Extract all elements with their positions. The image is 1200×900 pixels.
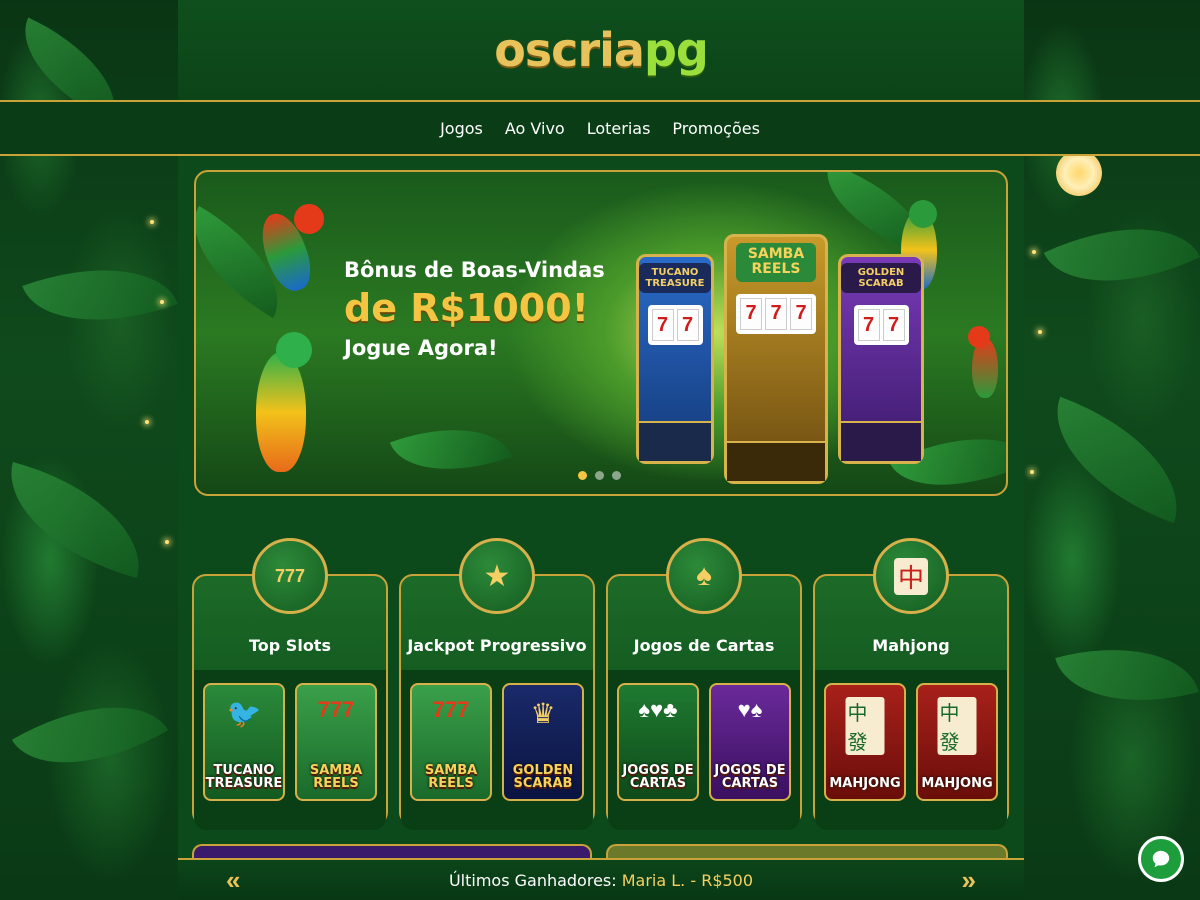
ticker-next-button[interactable]: » — [962, 865, 976, 896]
category-card-cartas[interactable]: ♠ Jogos de Cartas ♠♥♣ JOGOS DE CARTAS ♥♠… — [606, 538, 802, 830]
carousel-dot[interactable] — [578, 471, 587, 480]
hero-banner[interactable]: Bônus de Boas-Vindas de R$1000! Jogue Ag… — [194, 170, 1008, 496]
777-icon: 777 — [317, 697, 355, 722]
slot-reels: 77 — [853, 305, 909, 345]
next-section-card — [606, 844, 1008, 858]
reel-symbol: 7 — [765, 297, 787, 330]
game-tile-tucano-treasure[interactable]: 🐦 TUCANO TREASURE — [203, 683, 285, 801]
slot-machine-sign: GOLDEN SCARAB — [841, 263, 921, 293]
ticker-label: Últimos Ganhadores: — [448, 870, 617, 890]
nav-item-jogos[interactable]: Jogos — [440, 119, 483, 138]
category-title: Top Slots — [249, 636, 331, 655]
category-card-mahjong[interactable]: 中 Mahjong 中發 MAHJONG 中發 MAHJONG — [813, 538, 1009, 830]
playing-cards-icon: ♠ — [666, 538, 742, 614]
ticker-prev-button[interactable]: « — [226, 865, 240, 896]
hero-text: Bônus de Boas-Vindas de R$1000! Jogue Ag… — [344, 258, 605, 360]
slot-reels: 77 — [647, 305, 703, 345]
mahjong-icon: 中發 — [845, 697, 885, 755]
slot-reels: 777 — [736, 293, 816, 334]
carousel-dot[interactable] — [612, 471, 621, 480]
carousel-indicators — [578, 471, 621, 480]
game-tile-mahjong[interactable]: 中發 MAHJONG — [824, 683, 906, 801]
logo-text-main: oscria — [494, 23, 645, 77]
ticker-text: Últimos Ganhadores: Maria L. - R$500 — [449, 871, 753, 890]
game-name: SAMBA REELS — [424, 762, 478, 792]
hero-cta-text: Jogue Agora! — [344, 336, 498, 360]
nav-item-promocoes[interactable]: Promoções — [672, 119, 760, 138]
777-icon: 777 — [432, 697, 470, 722]
ticker-entry: Maria L. - R$500 — [621, 870, 754, 890]
mahjong-icon: 中發 — [937, 697, 977, 755]
game-name: JOGOS DE CARTAS — [622, 762, 694, 792]
game-tile-samba-reels[interactable]: 777 SAMBA REELS — [410, 683, 492, 801]
jackpot-star-icon: ★ — [459, 538, 535, 614]
main-nav: Jogos Ao Vivo Loterias Promoções — [0, 100, 1200, 156]
category-card-top-slots[interactable]: 777 Top Slots 🐦 TUCANO TREASURE 777 SAMB… — [192, 538, 388, 830]
reel-symbol: 7 — [651, 309, 674, 341]
hero-bonus-amount: de R$1000! — [344, 286, 589, 330]
slot-machine-icon: 777 — [252, 538, 328, 614]
main-content: Bônus de Boas-Vindas de R$1000! Jogue Ag… — [178, 156, 1024, 900]
mahjong-tile-icon: 中 — [873, 538, 949, 614]
cards-icon: ♠♥♣ — [638, 697, 678, 722]
game-name: SAMBA REELS — [309, 762, 363, 792]
game-tile-golden-scarab[interactable]: ♛ GOLDEN SCARAB — [502, 683, 584, 801]
cards-icon: ♥♠ — [737, 697, 763, 722]
game-name: JOGOS DE CARTAS — [714, 762, 786, 792]
reel-symbol: 7 — [740, 297, 762, 330]
game-name: GOLDEN SCARAB — [512, 762, 574, 792]
game-tile-jogos-de-cartas-2[interactable]: ♥♠ JOGOS DE CARTAS — [709, 683, 791, 801]
reel-symbol: 7 — [882, 309, 905, 341]
slot-machine-scarab: GOLDEN SCARAB 77 — [838, 254, 924, 464]
category-title: Jackpot Progressivo — [407, 636, 587, 655]
slot-machine-sign: SAMBA REELS — [736, 243, 816, 282]
chat-bubble-icon — [1152, 850, 1170, 868]
game-tile-mahjong-2[interactable]: 中發 MAHJONG — [916, 683, 998, 801]
reel-symbol: 7 — [857, 309, 880, 341]
next-section-card — [192, 844, 592, 858]
game-name: MAHJONG — [829, 776, 901, 792]
hero-line-1: Bônus de Boas-Vindas — [344, 258, 605, 282]
parrot-illustration — [236, 182, 336, 312]
slot-machine-sign: TUCANO TREASURE — [639, 263, 711, 293]
reel-symbol: 7 — [790, 297, 812, 330]
logo-text-accent: pg — [643, 23, 709, 77]
game-name: TUCANO TREASURE — [205, 762, 283, 792]
parrot-illustration — [964, 322, 1004, 402]
game-tile-jogos-de-cartas[interactable]: ♠♥♣ JOGOS DE CARTAS — [617, 683, 699, 801]
slot-machine-tucano: TUCANO TREASURE 77 — [636, 254, 714, 464]
reel-symbol: 7 — [676, 309, 699, 341]
site-header: oscriapg — [178, 0, 1024, 100]
slot-machine-samba: SAMBA REELS 777 — [724, 234, 828, 484]
nav-item-loterias[interactable]: Loterias — [587, 119, 651, 138]
chat-button[interactable] — [1138, 836, 1184, 882]
parrot-illustration — [236, 322, 326, 492]
game-name: MAHJONG — [921, 776, 993, 792]
category-card-jackpot[interactable]: ★ Jackpot Progressivo 777 SAMBA REELS ♛ … — [399, 538, 595, 830]
pharaoh-icon: ♛ — [530, 698, 556, 729]
carousel-dot[interactable] — [595, 471, 604, 480]
site-logo[interactable]: oscriapg — [494, 23, 709, 77]
category-title: Jogos de Cartas — [633, 636, 775, 655]
toucan-icon: 🐦 — [226, 698, 262, 729]
winners-ticker: « Últimos Ganhadores: Maria L. - R$500 » — [178, 858, 1024, 900]
nav-item-ao-vivo[interactable]: Ao Vivo — [505, 119, 565, 138]
category-cards: 777 Top Slots 🐦 TUCANO TREASURE 777 SAMB… — [192, 536, 1010, 830]
category-title: Mahjong — [872, 636, 950, 655]
game-tile-samba-reels[interactable]: 777 SAMBA REELS — [295, 683, 377, 801]
